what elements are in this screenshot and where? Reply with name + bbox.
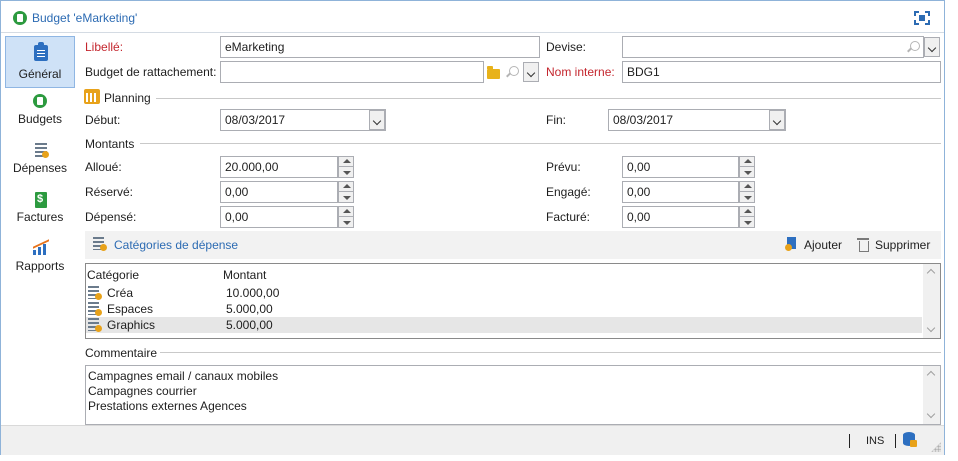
debut-date-dropdown-button[interactable] <box>369 110 385 130</box>
sidebar: Général Budgets Dépenses Factures Rappor… <box>1 34 80 424</box>
categories-table: Catégorie Montant Créa 10.000,00 Espaces… <box>85 263 941 339</box>
insert-mode-indicator: INS <box>866 435 885 447</box>
add-button[interactable]: Ajouter <box>804 238 842 252</box>
reserve-field[interactable]: 0,00 <box>220 181 338 203</box>
chart-icon <box>33 241 49 255</box>
facture-spinner[interactable] <box>739 206 755 228</box>
fin-label: Fin: <box>546 113 567 127</box>
sidebar-item-general[interactable]: Général <box>5 36 75 88</box>
categories-title[interactable]: Catégories de dépense <box>114 238 238 252</box>
table-row[interactable]: Graphics 5.000,00 <box>86 317 922 333</box>
prevu-label: Prévu: <box>546 160 581 174</box>
sidebar-item-label: Dépenses <box>12 161 68 175</box>
table-row[interactable]: Espaces 5.000,00 <box>86 301 922 317</box>
sidebar-item-label: Factures <box>16 210 64 224</box>
planning-title: Planning <box>104 91 151 105</box>
libelle-field[interactable]: eMarketing <box>220 36 540 58</box>
depense-label: Dépensé: <box>85 210 137 224</box>
libelle-label: Libellé: <box>85 40 124 54</box>
comment-line: Campagnes email / canaux mobiles <box>88 369 279 383</box>
search-icon[interactable] <box>505 66 519 80</box>
nom-interne-label: Nom interne: <box>546 65 615 79</box>
cell-montant: 5.000,00 <box>226 318 273 332</box>
budget-rattachement-field[interactable] <box>220 61 484 83</box>
depense-spinner[interactable] <box>338 206 354 228</box>
sidebar-item-factures[interactable]: Factures <box>5 184 75 236</box>
expense-list-icon <box>35 143 49 158</box>
budget-icon <box>13 11 27 25</box>
sidebar-item-label: Budgets <box>17 112 63 126</box>
sidebar-item-depenses[interactable]: Dépenses <box>5 135 75 187</box>
reserve-spinner[interactable] <box>338 181 354 203</box>
folder-icon[interactable] <box>487 66 500 79</box>
sidebar-item-label: Rapports <box>15 259 65 273</box>
column-header-montant[interactable]: Montant <box>223 268 266 282</box>
clipboard-icon <box>34 42 48 61</box>
debut-label: Début: <box>85 113 121 127</box>
comment-line: Campagnes courrier <box>88 384 197 398</box>
fin-date-dropdown-button[interactable] <box>769 110 785 130</box>
alloue-spinner[interactable] <box>338 156 354 178</box>
expense-category-icon <box>88 317 102 333</box>
calendar-icon <box>84 89 100 104</box>
add-icon[interactable] <box>785 237 798 252</box>
facture-label: Facturé: <box>546 210 591 224</box>
expense-category-icon <box>93 237 107 251</box>
fullscreen-icon[interactable] <box>914 11 930 25</box>
money-icon <box>33 94 47 108</box>
budget-rattachement-label: Budget de rattachement: <box>85 65 217 79</box>
table-header: Catégorie Montant <box>86 264 940 284</box>
planning-divider <box>156 98 941 99</box>
database-icon[interactable] <box>903 432 917 448</box>
expense-category-icon <box>88 301 102 317</box>
title-bar: Budget 'eMarketing' <box>1 1 944 33</box>
status-bar: INS <box>1 425 944 455</box>
prevu-spinner[interactable] <box>739 156 755 178</box>
cell-categorie: Espaces <box>107 302 154 316</box>
cell-montant: 10.000,00 <box>226 286 280 300</box>
table-row[interactable]: Créa 10.000,00 <box>86 285 922 301</box>
column-header-categorie[interactable]: Catégorie <box>87 268 139 282</box>
commentaire-divider <box>160 352 941 353</box>
expense-category-icon <box>88 285 102 301</box>
search-icon[interactable] <box>906 41 920 55</box>
table-scrollbar[interactable] <box>923 264 940 338</box>
engage-label: Engagé: <box>546 185 591 199</box>
devise-dropdown-button[interactable] <box>924 37 940 57</box>
engage-spinner[interactable] <box>739 181 755 203</box>
sidebar-item-rapports[interactable]: Rapports <box>5 233 75 285</box>
commentaire-textarea[interactable]: Campagnes email / canaux mobiles Campagn… <box>85 365 941 425</box>
cell-categorie: Graphics <box>107 318 156 332</box>
montants-divider <box>140 143 941 144</box>
alloue-label: Alloué: <box>85 160 122 174</box>
debut-date-field[interactable]: 08/03/2017 <box>220 109 386 131</box>
resize-grip-icon[interactable] <box>931 442 941 452</box>
trash-icon[interactable] <box>857 238 869 252</box>
window-title: Budget 'eMarketing' <box>32 11 138 25</box>
montants-title: Montants <box>85 137 135 151</box>
engage-field[interactable]: 0,00 <box>622 181 739 203</box>
budget-window: Budget 'eMarketing' Général Budgets Dépe… <box>0 0 945 455</box>
sidebar-item-budgets[interactable]: Budgets <box>5 86 75 138</box>
commentaire-title: Commentaire <box>85 346 158 360</box>
nom-interne-field[interactable]: BDG1 <box>622 61 941 83</box>
cell-categorie: Créa <box>107 286 134 300</box>
fin-date-field[interactable]: 08/03/2017 <box>608 109 786 131</box>
status-separator <box>895 434 896 448</box>
cell-montant: 5.000,00 <box>226 302 273 316</box>
devise-label: Devise: <box>546 40 587 54</box>
comment-scrollbar[interactable] <box>923 366 940 424</box>
delete-button[interactable]: Supprimer <box>875 238 930 252</box>
prevu-field[interactable]: 0,00 <box>622 156 739 178</box>
invoice-icon <box>35 192 47 208</box>
comment-line: Prestations externes Agences <box>88 399 247 413</box>
status-separator <box>849 434 850 448</box>
depense-field[interactable]: 0,00 <box>220 206 338 228</box>
reserve-label: Réservé: <box>85 185 134 199</box>
alloue-field[interactable]: 20.000,00 <box>220 156 338 178</box>
facture-field[interactable]: 0,00 <box>622 206 739 228</box>
devise-field[interactable] <box>622 36 924 58</box>
sidebar-item-label: Général <box>18 67 62 81</box>
budget-rattachement-dropdown-button[interactable] <box>523 62 539 82</box>
